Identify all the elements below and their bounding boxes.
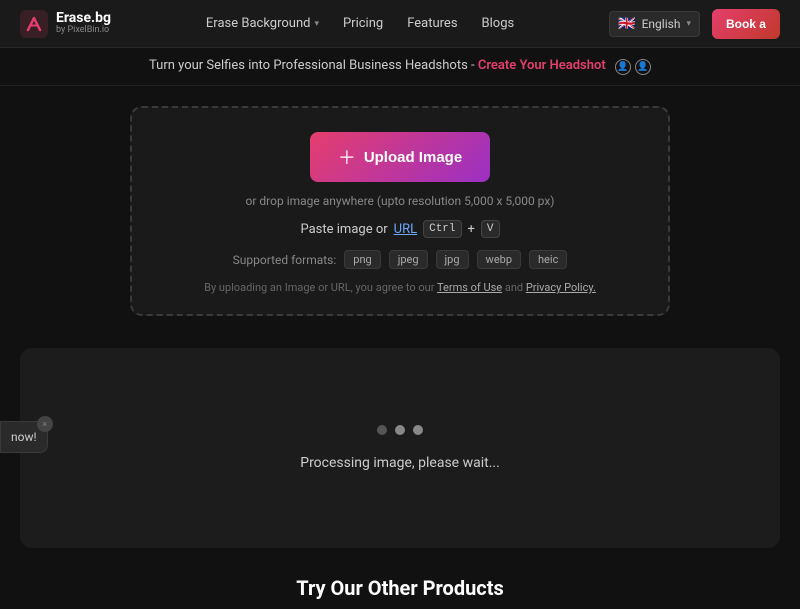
person-icon-1: 👤 bbox=[615, 59, 631, 75]
paste-hint: Paste image or URL Ctrl + V bbox=[300, 220, 499, 238]
navbar: Erase.bg by PixelBin.io Erase Background… bbox=[0, 0, 800, 48]
chat-popup: × now! bbox=[0, 421, 48, 453]
chat-close-button[interactable]: × bbox=[37, 416, 53, 432]
promo-icons: 👤 👤 bbox=[615, 59, 651, 75]
upload-button[interactable]: ＋ Upload Image bbox=[310, 132, 490, 182]
format-webp: webp bbox=[477, 250, 521, 269]
logo-name: Erase.bg bbox=[56, 11, 111, 26]
book-button[interactable]: Book a bbox=[712, 9, 780, 39]
nav-blogs-label: Blogs bbox=[482, 16, 515, 31]
person-icon-2: 👤 bbox=[635, 59, 651, 75]
nav-menu: Erase Background ▾ Pricing Features Blog… bbox=[206, 16, 514, 31]
chat-text: now! bbox=[11, 430, 37, 444]
format-png: png bbox=[344, 250, 380, 269]
format-jpeg: jpeg bbox=[389, 250, 428, 269]
nav-blogs[interactable]: Blogs bbox=[482, 16, 515, 31]
v-key: V bbox=[481, 220, 500, 238]
language-selector[interactable]: 🇬🇧 English ▾ bbox=[609, 11, 700, 37]
lang-label: English bbox=[642, 17, 681, 31]
dot-3 bbox=[413, 425, 423, 435]
nav-features-label: Features bbox=[407, 16, 457, 31]
promo-link[interactable]: Create Your Headshot bbox=[478, 58, 606, 73]
nav-erase-background-label: Erase Background bbox=[206, 16, 311, 31]
plus-icon: ＋ bbox=[338, 144, 356, 170]
logo-sub: by PixelBin.io bbox=[56, 26, 111, 36]
upload-dropzone[interactable]: ＋ Upload Image or drop image anywhere (u… bbox=[130, 106, 670, 316]
terms-of-use-link[interactable]: Terms of Use bbox=[437, 281, 502, 294]
upload-button-label: Upload Image bbox=[364, 149, 462, 166]
footer-teaser: Try Our Other Products bbox=[0, 560, 800, 608]
processing-section: Processing image, please wait... bbox=[20, 348, 780, 548]
logo-icon bbox=[20, 10, 48, 38]
nav-pricing[interactable]: Pricing bbox=[343, 16, 383, 31]
plus-separator: + bbox=[468, 222, 475, 237]
navbar-right: 🇬🇧 English ▾ Book a bbox=[609, 9, 780, 39]
formats-label: Supported formats: bbox=[233, 253, 337, 267]
promo-text: Turn your Selfies into Professional Busi… bbox=[149, 58, 475, 73]
processing-text: Processing image, please wait... bbox=[300, 455, 500, 471]
format-heic: heic bbox=[529, 250, 567, 269]
formats-row: Supported formats: png jpeg jpg webp hei… bbox=[233, 250, 568, 269]
format-jpg: jpg bbox=[436, 250, 469, 269]
footer-teaser-title: Try Our Other Products bbox=[20, 576, 780, 600]
close-icon: × bbox=[42, 419, 47, 429]
upload-section: ＋ Upload Image or drop image anywhere (u… bbox=[0, 86, 800, 336]
loading-dots bbox=[377, 425, 423, 435]
url-link[interactable]: URL bbox=[394, 222, 417, 237]
promo-banner: Turn your Selfies into Professional Busi… bbox=[0, 48, 800, 86]
dot-1 bbox=[377, 425, 387, 435]
logo[interactable]: Erase.bg by PixelBin.io bbox=[20, 10, 111, 38]
nav-pricing-label: Pricing bbox=[343, 16, 383, 31]
nav-erase-background[interactable]: Erase Background ▾ bbox=[206, 16, 319, 31]
dot-2 bbox=[395, 425, 405, 435]
privacy-policy-link[interactable]: Privacy Policy. bbox=[526, 281, 596, 294]
ctrl-key: Ctrl bbox=[423, 220, 461, 238]
drop-hint: or drop image anywhere (upto resolution … bbox=[246, 194, 555, 208]
logo-text: Erase.bg by PixelBin.io bbox=[56, 11, 111, 36]
lang-chevron-icon: ▾ bbox=[686, 19, 691, 29]
paste-label: Paste image or bbox=[300, 222, 387, 237]
flag-icon: 🇬🇧 bbox=[618, 16, 635, 32]
terms-text: By uploading an Image or URL, you agree … bbox=[204, 281, 596, 294]
nav-features[interactable]: Features bbox=[407, 16, 457, 31]
chevron-down-icon: ▾ bbox=[314, 19, 319, 29]
